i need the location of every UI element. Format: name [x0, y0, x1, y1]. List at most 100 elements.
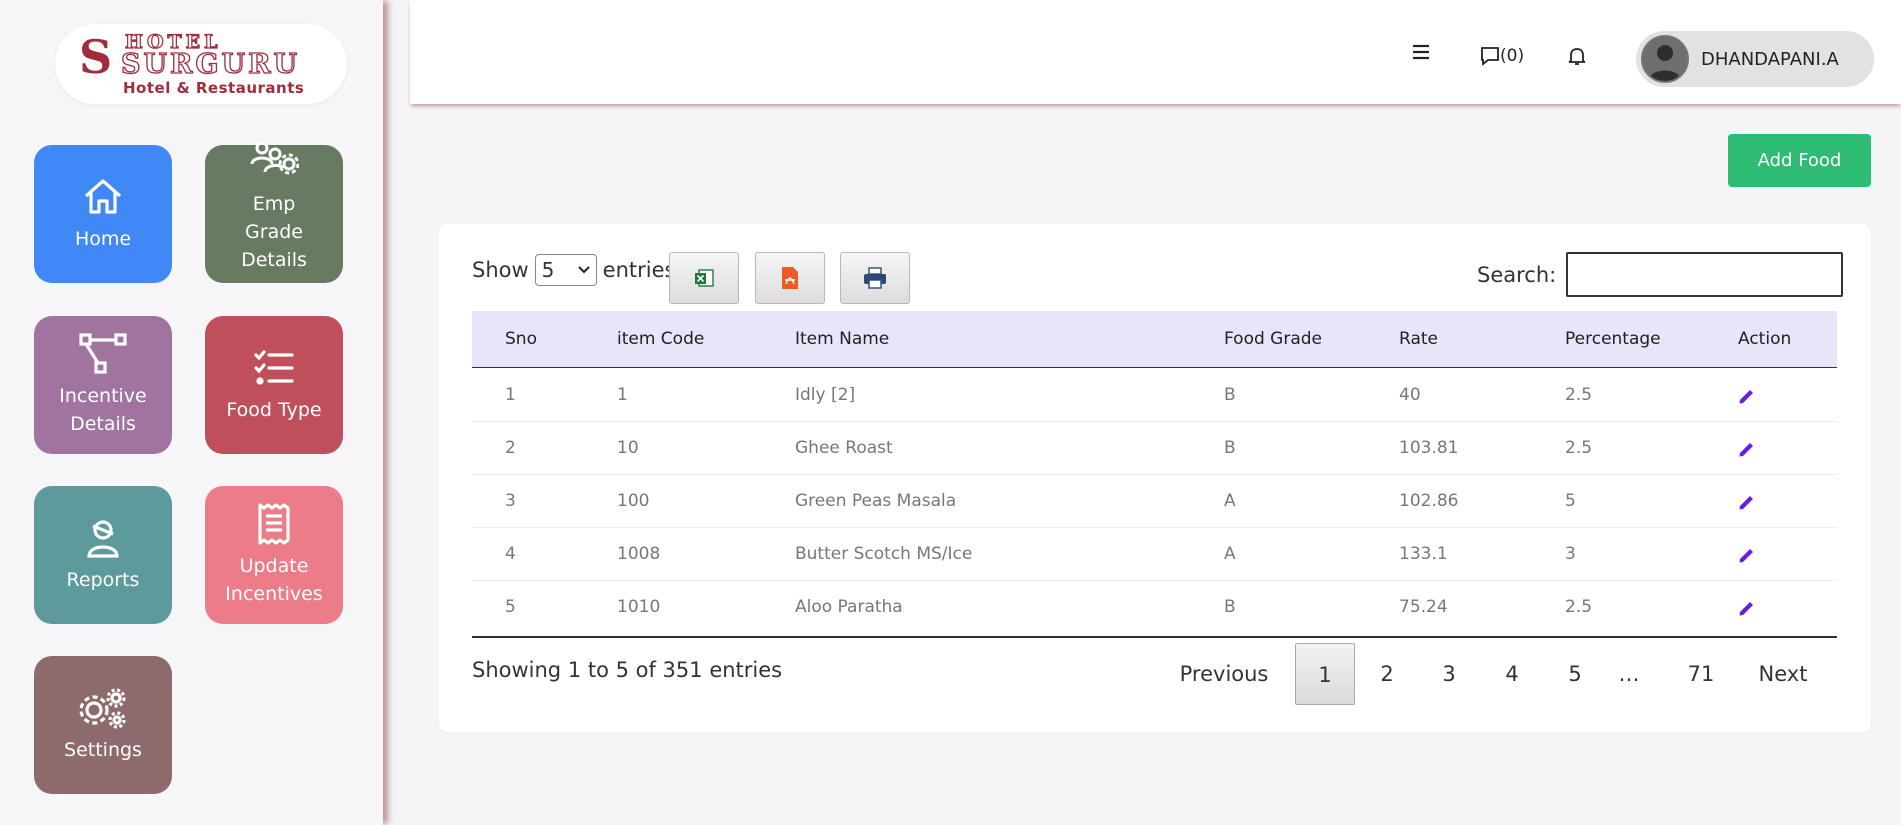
cell-item-name: Idly [2] [795, 385, 856, 405]
user-report-icon [87, 520, 119, 558]
menu-toggle-button[interactable] [1412, 44, 1430, 64]
logo-name-text: SURGURU [120, 49, 301, 80]
pdf-icon [782, 267, 798, 289]
header-food-grade[interactable]: Food Grade [1224, 311, 1322, 368]
sitemap-icon [79, 333, 127, 374]
cell-item-code: 1010 [617, 597, 661, 617]
topbar: (0) DHANDAPANI.A [410, 0, 1901, 104]
tile-reports[interactable]: Reports [34, 486, 172, 624]
tile-update-incentives[interactable]: Update Incentives [205, 486, 343, 624]
cell-item-code: 1 [617, 385, 628, 405]
cell-item-name: Butter Scotch MS/Ice [795, 544, 973, 564]
cell-rate: 103.81 [1399, 438, 1459, 458]
table-row: 2 10 Ghee Roast B 103.81 2.5 [472, 422, 1837, 475]
header-sno[interactable]: Sno [505, 311, 537, 368]
edit-button[interactable] [1738, 493, 1756, 516]
cell-item-name: Green Peas Masala [795, 491, 957, 511]
cell-sno: 5 [505, 597, 516, 617]
messages-count: (0) [1500, 46, 1525, 66]
header-percentage[interactable]: Percentage [1565, 311, 1661, 368]
cell-percentage: 2.5 [1565, 438, 1593, 458]
table-row: 4 1008 Butter Scotch MS/Ice A 133.1 3 [472, 528, 1837, 581]
add-food-button[interactable]: Add Food [1728, 134, 1871, 187]
entries-length-select[interactable]: 5 [534, 254, 597, 286]
notifications-button[interactable] [1568, 46, 1586, 70]
cell-food-grade: B [1224, 385, 1236, 405]
cell-item-code: 1008 [617, 544, 661, 564]
cell-item-code: 10 [617, 438, 639, 458]
page-2[interactable]: 2 [1357, 643, 1417, 705]
cell-food-grade: B [1224, 438, 1236, 458]
page-1[interactable]: 1 [1295, 643, 1355, 705]
pencil-icon [1739, 602, 1753, 616]
cell-food-grade: A [1224, 544, 1236, 564]
cell-item-code: 100 [617, 491, 650, 511]
table-bottom-border [472, 636, 1837, 638]
messages-button[interactable]: (0) [1480, 46, 1524, 66]
user-name: DHANDAPANI.A [1701, 48, 1839, 70]
export-excel-button[interactable] [669, 252, 739, 304]
logo-subtitle: Hotel & Restaurants [123, 79, 305, 97]
food-table-card: Show 5 entries Search: Sno item Code Ite… [439, 224, 1871, 732]
tile-settings[interactable]: Settings [34, 656, 172, 794]
tile-incentive-details[interactable]: Incentive Details [34, 316, 172, 454]
cell-percentage: 5 [1565, 491, 1576, 511]
user-profile-button[interactable]: DHANDAPANI.A [1636, 31, 1874, 87]
edit-button[interactable] [1738, 546, 1756, 569]
tile-home[interactable]: Home [34, 145, 172, 283]
page-5[interactable]: 5 [1545, 643, 1605, 705]
logo-letter: S [79, 30, 113, 84]
edit-button[interactable] [1738, 387, 1756, 410]
cell-sno: 1 [505, 385, 516, 405]
search-control: Search: [1477, 252, 1844, 297]
table-header: Sno item Code Item Name Food Grade Rate … [472, 311, 1837, 368]
length-value: 5 [541, 258, 555, 282]
length-control: Show 5 entries [472, 254, 675, 286]
tile-emp-grade-details[interactable]: Emp Grade Details [205, 141, 343, 283]
list-check-icon [254, 350, 294, 385]
header-action: Action [1738, 329, 1792, 349]
header-rate[interactable]: Rate [1399, 311, 1438, 368]
header-item-code[interactable]: item Code [617, 311, 704, 368]
pagination-next[interactable]: Next [1743, 643, 1823, 705]
bell-icon [1568, 48, 1586, 65]
tile-label: Home [74, 228, 132, 250]
print-button[interactable] [840, 252, 910, 304]
tile-label: Update Incentives [225, 555, 323, 605]
edit-button[interactable] [1738, 599, 1756, 622]
excel-icon [695, 269, 714, 287]
tile-food-type[interactable]: Food Type [205, 316, 343, 454]
page-4[interactable]: 4 [1482, 643, 1542, 705]
avatar [1641, 35, 1689, 83]
edit-button[interactable] [1738, 440, 1756, 463]
cell-rate: 133.1 [1399, 544, 1448, 564]
page-71[interactable]: 71 [1671, 643, 1731, 705]
cell-sno: 3 [505, 491, 516, 511]
tile-label: Food Type [226, 399, 322, 421]
page-3[interactable]: 3 [1419, 643, 1479, 705]
user-silhouette-icon [1643, 37, 1687, 81]
export-pdf-button[interactable] [755, 252, 825, 304]
tile-label: Reports [66, 569, 140, 591]
table-row: 5 1010 Aloo Paratha B 75.24 2.5 [472, 581, 1837, 634]
cell-item-name: Ghee Roast [795, 438, 893, 458]
cell-food-grade: A [1224, 491, 1236, 511]
hotel-logo[interactable]: S HOTEL SURGURU Hotel & Restaurants [55, 24, 347, 104]
cell-percentage: 3 [1565, 544, 1576, 564]
search-input[interactable] [1566, 252, 1844, 297]
cell-rate: 75.24 [1399, 597, 1448, 617]
pagination-previous[interactable]: Previous [1169, 643, 1279, 705]
tile-label: Settings [64, 739, 142, 761]
cell-sno: 2 [505, 438, 516, 458]
header-item-name[interactable]: Item Name [795, 311, 889, 368]
tile-label: Incentive Details [59, 385, 147, 435]
cell-rate: 102.86 [1399, 491, 1459, 511]
sidebar: S HOTEL SURGURU Hotel & Restaurants Home… [0, 0, 383, 825]
pencil-icon [1739, 549, 1753, 563]
cell-food-grade: B [1224, 597, 1236, 617]
home-icon [84, 179, 122, 214]
table-row: 3 100 Green Peas Masala A 102.86 5 [472, 475, 1837, 528]
cell-sno: 4 [505, 544, 516, 564]
chat-icon [1481, 47, 1499, 66]
table-info: Showing 1 to 5 of 351 entries [472, 658, 783, 682]
